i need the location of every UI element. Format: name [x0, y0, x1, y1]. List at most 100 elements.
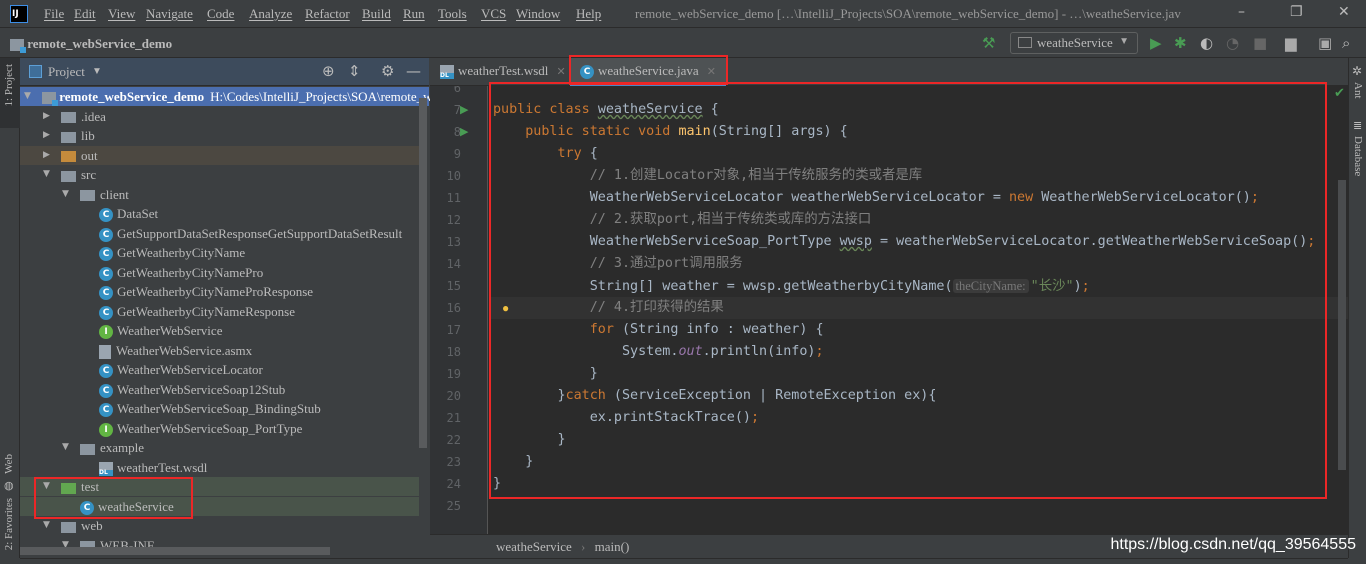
- run-gutter-icon[interactable]: ▶: [460, 103, 468, 117]
- expanded-arrow-icon[interactable]: ▼: [24, 87, 31, 106]
- build-hammer-icon[interactable]: ⚒: [982, 34, 995, 52]
- collapsed-arrow-icon[interactable]: ▶: [43, 107, 50, 126]
- tree-item[interactable]: C GetWeatherbyCityNamePro: [20, 263, 419, 282]
- tree-horizontal-scrollbar[interactable]: [20, 547, 330, 555]
- hide-icon[interactable]: —: [406, 62, 421, 80]
- close-tab-icon[interactable]: ✕: [556, 65, 565, 78]
- tree-item[interactable]: I WeatherWebService: [20, 321, 419, 340]
- project-view-selector[interactable]: Project: [48, 64, 85, 79]
- expanded-arrow-icon[interactable]: ▼: [62, 438, 69, 457]
- tree-item-content: lib: [61, 126, 95, 145]
- menu-navigate[interactable]: Navigate: [146, 6, 193, 21]
- tree-item[interactable]: ▼ example: [20, 438, 419, 457]
- locate-icon[interactable]: ⊕: [322, 62, 335, 80]
- line-number: 18: [446, 345, 461, 359]
- tree-item[interactable]: I WeatherWebServiceSoap_PortType: [20, 419, 419, 438]
- folder-icon: [61, 112, 76, 124]
- chevron-down-icon: ▼: [1119, 36, 1129, 47]
- tree-item-content: C DataSet: [99, 204, 158, 223]
- database-icon: ≣: [1353, 120, 1363, 132]
- class-icon: C: [99, 286, 113, 301]
- menu-file[interactable]: File: [44, 6, 64, 21]
- coverage-icon[interactable]: ◐: [1200, 34, 1213, 52]
- debug-icon[interactable]: ✱: [1174, 34, 1187, 52]
- menu-code[interactable]: Code: [207, 6, 234, 21]
- menu-view[interactable]: View: [108, 6, 135, 21]
- tree-scrollbar[interactable]: [419, 98, 427, 448]
- expanded-arrow-icon[interactable]: ▼: [62, 185, 69, 204]
- class-icon: C: [99, 403, 113, 418]
- tree-item[interactable]: C GetWeatherbyCityNameProResponse: [20, 282, 419, 301]
- ant-tool-tab[interactable]: Ant: [1351, 82, 1364, 99]
- tree-item[interactable]: ▶ out: [20, 145, 419, 165]
- excluded-folder-icon: [61, 151, 76, 163]
- navigation-bar: remote_webService_demo ⚒ weatheService ▼ …: [0, 29, 1366, 58]
- line-number: 22: [446, 433, 461, 447]
- menu-analyze[interactable]: Analyze: [249, 6, 292, 21]
- tree-item[interactable]: weatherTest.wsdl: [20, 458, 419, 477]
- tree-item[interactable]: C GetWeatherbyCityNameResponse: [20, 302, 419, 321]
- class-icon: C: [99, 227, 113, 242]
- menu-refactor[interactable]: Refactor: [305, 6, 350, 21]
- tree-item[interactable]: C WeatherWebServiceSoap_BindingStub: [20, 399, 419, 418]
- menu-vcs[interactable]: VCS: [481, 6, 506, 21]
- minimize-icon[interactable]: –: [1238, 4, 1245, 21]
- tree-item[interactable]: C WeatherWebServiceLocator: [20, 360, 419, 379]
- tab-label: weatherTest.wsdl: [458, 63, 549, 78]
- collapse-all-icon[interactable]: ⇕: [348, 62, 361, 80]
- menu-run[interactable]: Run: [403, 6, 425, 21]
- run-icon[interactable]: ▶: [1150, 34, 1162, 52]
- tree-item[interactable]: C WeatherWebServiceSoap12Stub: [20, 380, 419, 399]
- tree-item-label: out: [81, 147, 98, 163]
- line-number: 15: [446, 279, 461, 293]
- menu-window[interactable]: Window: [516, 6, 560, 21]
- tree-item[interactable]: ▼ remote_webService_demo H:\Codes\Intelli…: [20, 87, 433, 107]
- status-bar: [20, 558, 1348, 564]
- collapsed-arrow-icon[interactable]: ▶: [43, 126, 50, 145]
- search-icon[interactable]: ⌕: [1342, 34, 1350, 52]
- restore-icon[interactable]: ❐: [1290, 4, 1303, 21]
- gear-icon[interactable]: ⚙: [381, 62, 394, 80]
- stop-icon[interactable]: ■: [1253, 34, 1267, 52]
- menu-edit[interactable]: Edit: [74, 6, 96, 21]
- run-config-dropdown[interactable]: weatheService ▼: [1010, 32, 1138, 54]
- tree-item[interactable]: C GetWeatherbyCityName: [20, 243, 419, 262]
- line-number: 23: [446, 455, 461, 469]
- tree-item[interactable]: ▶ .idea: [20, 107, 419, 126]
- expanded-arrow-icon[interactable]: ▼: [43, 165, 50, 184]
- tree-item[interactable]: C GetSupportDataSetResponseGetSupportData…: [20, 224, 419, 243]
- menu-tools[interactable]: Tools: [438, 6, 467, 21]
- menu-build[interactable]: Build: [362, 6, 391, 21]
- highlight-box-tab: [569, 55, 728, 85]
- tree-item-label: weatherTest.wsdl: [117, 459, 208, 475]
- run-gutter-icon[interactable]: ▶: [460, 125, 468, 139]
- breadcrumb-method[interactable]: main(): [595, 539, 630, 554]
- inspection-ok-icon[interactable]: ✔: [1334, 86, 1345, 102]
- project-tool-tab[interactable]: 1: Project: [0, 58, 20, 128]
- terminal-icon[interactable]: ▣: [1318, 34, 1332, 52]
- tree-item[interactable]: WeatherWebService.asmx: [20, 341, 419, 360]
- chevron-down-icon[interactable]: ▼: [92, 66, 102, 78]
- collapsed-arrow-icon[interactable]: ▶: [43, 146, 50, 165]
- module-icon: [10, 39, 26, 54]
- project-structure-icon[interactable]: ▆: [1285, 34, 1297, 52]
- profile-icon[interactable]: ◔: [1226, 34, 1239, 52]
- editor-scrollbar[interactable]: [1338, 180, 1346, 470]
- nav-project[interactable]: remote_webService_demo: [10, 36, 172, 54]
- tree-item-content: C WeatherWebServiceSoap12Stub: [99, 380, 285, 399]
- line-number: 20: [446, 389, 461, 403]
- wsdl-file-icon: [99, 461, 113, 476]
- close-icon[interactable]: ✕: [1338, 4, 1350, 21]
- web-tool-tab[interactable]: Web: [3, 454, 16, 474]
- tree-item-label: GetSupportDataSetResponseGetSupportDataS…: [117, 225, 403, 241]
- editor-gutter: 6 7 ▶ 8 ▶ 9 10 11 12 13 14 15 16 17 18 19 20 21 22 23 24 25: [430, 86, 488, 534]
- tree-item-label: .idea: [81, 108, 106, 124]
- database-tool-tab[interactable]: Database: [1351, 136, 1364, 176]
- favorites-tool-tab[interactable]: 2: Favorites: [3, 498, 16, 550]
- tree-item[interactable]: ▼ client: [20, 185, 419, 204]
- tree-item[interactable]: ▼ src: [20, 165, 419, 184]
- menu-help[interactable]: Help: [576, 6, 601, 21]
- breadcrumb-class[interactable]: weatheService: [496, 539, 572, 554]
- tree-item[interactable]: C DataSet: [20, 204, 419, 223]
- tree-item[interactable]: ▶ lib: [20, 126, 419, 145]
